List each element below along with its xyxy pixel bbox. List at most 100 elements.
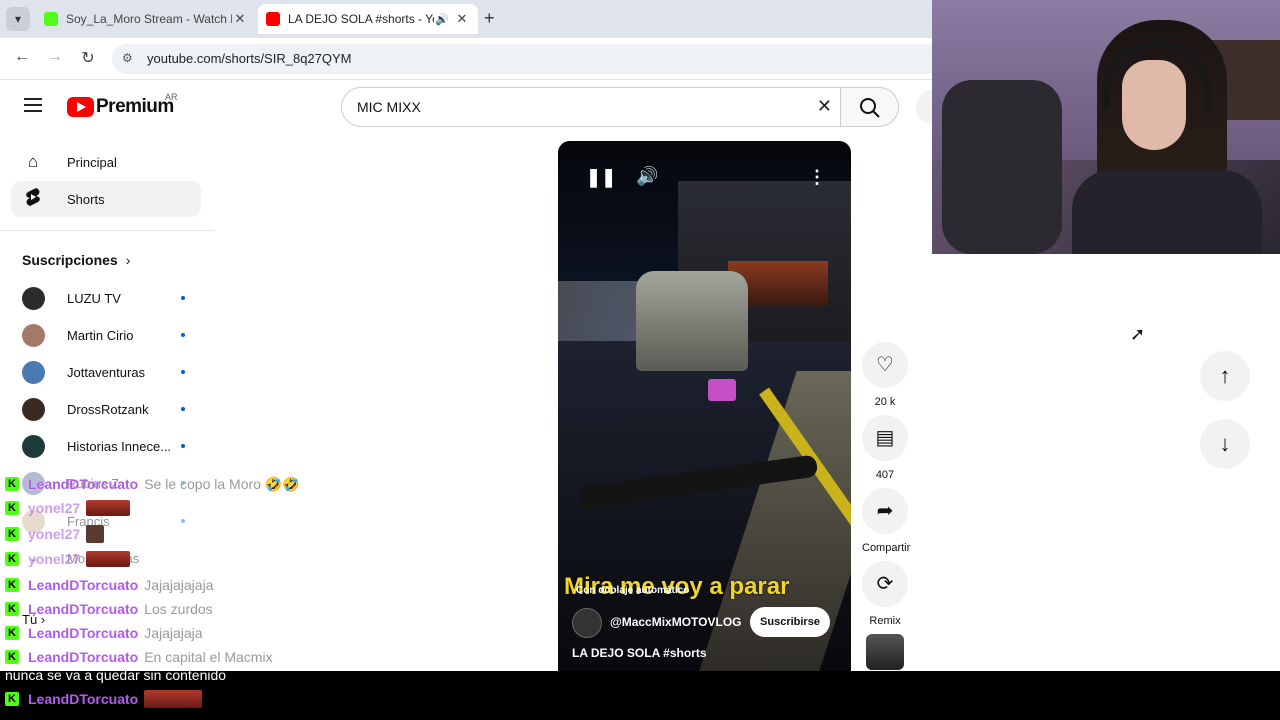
sidebar-item-principal[interactable]: ⌂ Principal: [11, 144, 201, 180]
heart-icon[interactable]: ♡: [862, 342, 908, 388]
arrow-down-icon: ↓: [1219, 431, 1231, 456]
tab-close-icon[interactable]: ✕: [232, 11, 248, 27]
previous-short-button[interactable]: ↑: [1200, 351, 1250, 401]
channel-name: Jottaventuras: [67, 364, 146, 380]
short-title[interactable]: LA DEJO SOLA #shorts: [572, 646, 707, 660]
new-content-dot: [181, 481, 185, 485]
youtube-premium-logo[interactable]: Premium AR: [67, 92, 178, 118]
clear-search-icon[interactable]: ✕: [817, 96, 832, 117]
subscription-item[interactable]: DrossRotzank: [22, 397, 202, 421]
tab-youtube-short[interactable]: LA DEJO SOLA #shorts - Yo 🔊 ✕: [258, 4, 478, 34]
video-scene-light: [708, 379, 736, 401]
back-arrow-icon[interactable]: ←: [12, 48, 32, 66]
cam-body: [1072, 170, 1262, 254]
chat-username: LeandDTorcuato: [28, 625, 139, 641]
kick-badge-icon: K: [5, 602, 19, 616]
search-input[interactable]: MIC MIXX ✕: [341, 87, 841, 127]
webcam-overlay: [932, 0, 1280, 254]
subscription-item[interactable]: Jottaventuras: [22, 360, 202, 384]
sidebar-item-shorts[interactable]: Shorts: [11, 181, 201, 217]
chat-text: En capital el Macmix: [144, 649, 273, 665]
channel-avatar: [22, 397, 45, 421]
new-content-dot: [181, 407, 185, 411]
channel-name: Historias Innece...: [67, 438, 172, 454]
browser-tab-bar: ▾ Soy_La_Moro Stream - Watch L ✕ LA DEJO…: [0, 0, 932, 38]
mouse-cursor-icon: ➚: [1130, 324, 1146, 344]
sound-thumbnail[interactable]: [866, 634, 904, 670]
address-bar: ← → ↻ ⚙ youtube.com/shorts/SIR_8q27QYM: [0, 38, 942, 80]
channel-avatar: [22, 509, 45, 533]
tab-search-chevron-icon[interactable]: ▾: [6, 7, 30, 31]
kick-badge-icon: K: [5, 477, 19, 491]
chat-text: Jajajajajaja: [144, 577, 214, 593]
arrow-up-icon: ↑: [1219, 363, 1231, 388]
subscribe-button[interactable]: Suscribirse: [750, 607, 830, 637]
subscription-item[interactable]: Historias Innece...: [22, 434, 202, 458]
url-text[interactable]: youtube.com/shorts/SIR_8q27QYM: [147, 51, 352, 66]
comment-action[interactable]: ▤ 407: [862, 415, 908, 481]
channel-avatar: [22, 434, 45, 458]
new-content-dot: [181, 519, 185, 523]
url-field[interactable]: ⚙ youtube.com/shorts/SIR_8q27QYM: [112, 44, 942, 74]
video-scene-container: [636, 271, 748, 371]
channel-avatar: [22, 323, 45, 347]
kick-favicon-icon: [44, 12, 58, 26]
channel-name: DrossRotzank: [67, 401, 149, 417]
auto-dub-label: Con doblaje automático: [576, 585, 690, 596]
next-short-button[interactable]: ↓: [1200, 419, 1250, 469]
subscription-item[interactable]: Martin Cirio: [22, 323, 202, 347]
youtube-play-icon: [67, 97, 94, 117]
new-tab-plus-icon[interactable]: +: [484, 8, 495, 29]
short-hashtag[interactable]: #shorts: [663, 646, 706, 660]
subscription-item[interactable]: Rubius Z: [22, 471, 202, 495]
new-content-dot: [181, 296, 185, 300]
speaker-icon[interactable]: 🔊: [434, 13, 450, 26]
chat-text: Los zurdos: [144, 601, 213, 617]
forward-arrow-icon[interactable]: →: [45, 48, 65, 66]
channel-name: Martin Cirio: [67, 327, 134, 343]
tab-title: Soy_La_Moro Stream - Watch L: [66, 12, 232, 26]
short-title-text: LA DEJO SOLA: [572, 646, 660, 660]
like-action[interactable]: ♡ 20 k: [862, 342, 908, 408]
screen: ▾ Soy_La_Moro Stream - Watch L ✕ LA DEJO…: [0, 0, 1280, 720]
show-more-item[interactable]: ⌄ Mostrar más: [22, 546, 202, 570]
chevron-right-icon: ›: [125, 252, 131, 268]
share-action[interactable]: ➦ Compartir: [862, 488, 910, 554]
reload-icon[interactable]: ↻: [78, 48, 98, 68]
volume-icon[interactable]: 🔊: [636, 166, 658, 187]
pause-icon[interactable]: ❚❚: [586, 167, 616, 188]
channel-avatar[interactable]: [572, 608, 602, 638]
subscription-item[interactable]: LUZU TV: [22, 286, 202, 310]
tab-title: LA DEJO SOLA #shorts - Yo: [288, 12, 434, 26]
you-label: Tú: [22, 612, 38, 627]
more-options-icon[interactable]: ⋮: [808, 167, 826, 188]
tab-kick-stream[interactable]: Soy_La_Moro Stream - Watch L ✕: [36, 4, 256, 34]
short-video-player[interactable]: ❚❚ 🔊 ⋮ Mira me voy a parar Con doblaje a…: [558, 141, 851, 671]
menu-icon[interactable]: [24, 98, 42, 112]
comment-icon[interactable]: ▤: [862, 415, 908, 461]
home-icon: ⌂: [27, 152, 39, 171]
sidebar-item-label: Shorts: [67, 191, 105, 207]
chat-username: LeandDTorcuato: [28, 649, 139, 665]
subscriptions-header[interactable]: Suscripciones ›: [22, 252, 130, 268]
remix-action[interactable]: ⟳ Remix: [862, 561, 908, 627]
stream-bottom-strip: [0, 671, 1280, 720]
site-settings-icon[interactable]: ⚙: [122, 51, 133, 65]
share-icon[interactable]: ➦: [862, 488, 908, 534]
kick-badge-icon: K: [5, 552, 19, 566]
channel-handle[interactable]: @MaccMixMOTOVLOG: [610, 615, 742, 629]
chat-message: K LeandDTorcuato Jajajajajaja: [5, 575, 213, 595]
chevron-down-icon: ⌄: [22, 546, 45, 570]
remix-label: Remix: [869, 615, 901, 627]
search-button[interactable]: [841, 87, 899, 127]
tab-close-icon[interactable]: ✕: [454, 11, 470, 27]
search-value[interactable]: MIC MIXX: [357, 99, 421, 115]
logo-word: Premium: [96, 96, 174, 117]
sidebar-item-label: Principal: [67, 154, 117, 170]
subscription-item[interactable]: Francis: [22, 509, 202, 533]
kick-badge-icon: K: [5, 650, 19, 664]
you-section-header[interactable]: Tú ›: [22, 612, 45, 627]
remix-icon[interactable]: ⟳: [862, 561, 908, 607]
channel-avatar: [22, 286, 45, 310]
search-icon: [860, 98, 880, 118]
